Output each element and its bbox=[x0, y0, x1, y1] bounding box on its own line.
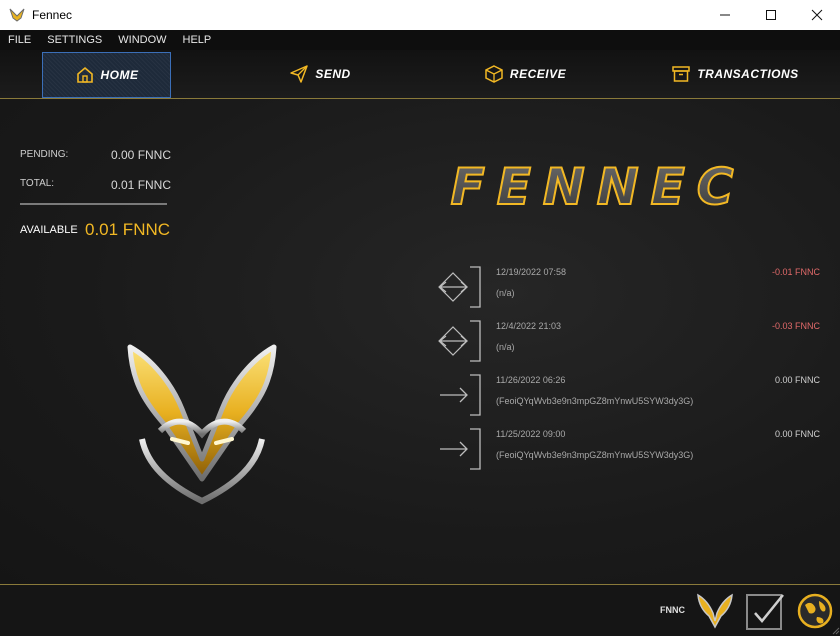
transaction-amount: 0.00 FNNC bbox=[774, 375, 820, 385]
pending-value: 0.00 FNNC bbox=[111, 148, 172, 162]
transaction-amount: -0.03 FNNC bbox=[771, 321, 820, 331]
home-icon bbox=[76, 66, 93, 83]
archive-box-icon bbox=[672, 66, 691, 82]
incoming-arrow-icon bbox=[440, 428, 481, 470]
window-title: Fennec bbox=[32, 8, 73, 22]
nav-receive[interactable]: RECEIVE bbox=[470, 52, 580, 96]
nav-receive-label: RECEIVE bbox=[509, 67, 567, 81]
nav-home[interactable]: HOME bbox=[42, 52, 171, 98]
menu-settings[interactable]: SETTINGS bbox=[39, 34, 110, 46]
fennec-emblem-icon bbox=[127, 344, 277, 505]
transaction-date: 12/4/2022 21:03 bbox=[496, 321, 562, 331]
total-label: TOTAL: bbox=[20, 178, 55, 189]
minimize-icon bbox=[720, 14, 730, 16]
nav-send[interactable]: SEND bbox=[270, 52, 370, 96]
checkmark-icon[interactable] bbox=[745, 591, 785, 631]
menu-file[interactable]: FILE bbox=[0, 34, 39, 46]
transaction-row[interactable]: 11/26/2022 06:26 (FeoiQYqWvb3e9n3mpGZ8mYn… bbox=[436, 371, 826, 417]
available-value: 0.01 FNNC bbox=[85, 220, 171, 239]
transaction-amount: -0.01 FNNC bbox=[771, 267, 820, 277]
fennec-unit-icon bbox=[697, 593, 733, 629]
network-globe-icon[interactable] bbox=[795, 591, 835, 631]
maximize-icon bbox=[766, 10, 776, 20]
transaction-address: (FeoiQYqWvb3e9n3mpGZ8mYnwU5SYW3dy3G) bbox=[496, 450, 694, 460]
nav-home-label: HOME bbox=[100, 68, 139, 82]
fennec-logo-icon bbox=[9, 8, 25, 22]
brand-wordmark: FENNEC bbox=[450, 161, 746, 211]
menu-help[interactable]: HELP bbox=[175, 34, 220, 46]
transaction-address: (n/a) bbox=[496, 288, 515, 298]
maximize-button[interactable] bbox=[748, 0, 794, 30]
transaction-date: 11/25/2022 09:00 bbox=[496, 429, 566, 439]
close-icon bbox=[811, 9, 823, 21]
menu-window[interactable]: WINDOW bbox=[110, 34, 174, 46]
incoming-arrow-icon bbox=[440, 374, 481, 416]
total-value: 0.01 FNNC bbox=[111, 178, 172, 192]
minimize-button[interactable] bbox=[702, 0, 748, 30]
balance-divider bbox=[20, 203, 167, 205]
transfer-self-icon bbox=[438, 266, 481, 308]
transaction-amount: 0.00 FNNC bbox=[774, 429, 820, 439]
transaction-date: 12/19/2022 07:58 bbox=[496, 267, 567, 277]
transaction-address: (FeoiQYqWvb3e9n3mpGZ8mYnwU5SYW3dy3G) bbox=[496, 396, 694, 406]
package-icon bbox=[485, 65, 503, 83]
available-label: AVAILABLE bbox=[20, 224, 78, 236]
home-panel: PENDING: 0.00 FNNC TOTAL: 0.01 FNNC AVAI… bbox=[0, 99, 840, 584]
transaction-date: 11/26/2022 06:26 bbox=[496, 375, 566, 385]
pending-label: PENDING: bbox=[20, 149, 69, 160]
transaction-row[interactable]: 12/19/2022 07:58 (n/a) -0.01 FNNC bbox=[436, 263, 826, 309]
transaction-row[interactable]: 12/4/2022 21:03 (n/a) -0.03 FNNC bbox=[436, 317, 826, 363]
nav-send-label: SEND bbox=[315, 67, 351, 81]
transfer-self-icon bbox=[438, 320, 481, 362]
close-button[interactable] bbox=[794, 0, 840, 30]
send-icon bbox=[290, 65, 309, 83]
menu-bar: FILE SETTINGS WINDOW HELP bbox=[0, 30, 840, 50]
unit-label: FNNC bbox=[660, 605, 685, 615]
nav-transactions[interactable]: TRANSACTIONS bbox=[660, 52, 810, 96]
nav-transactions-label: TRANSACTIONS bbox=[697, 67, 799, 81]
resize-grip-icon[interactable] bbox=[830, 625, 840, 635]
transaction-address: (n/a) bbox=[496, 342, 515, 352]
main-navigation: HOME SEND RECEIVE TRANSACTIONS bbox=[0, 50, 840, 99]
status-bar: FNNC bbox=[0, 584, 840, 636]
brand-text: FENNEC bbox=[451, 161, 746, 211]
transaction-row[interactable]: 11/25/2022 09:00 (FeoiQYqWvb3e9n3mpGZ8mYn… bbox=[436, 425, 826, 471]
